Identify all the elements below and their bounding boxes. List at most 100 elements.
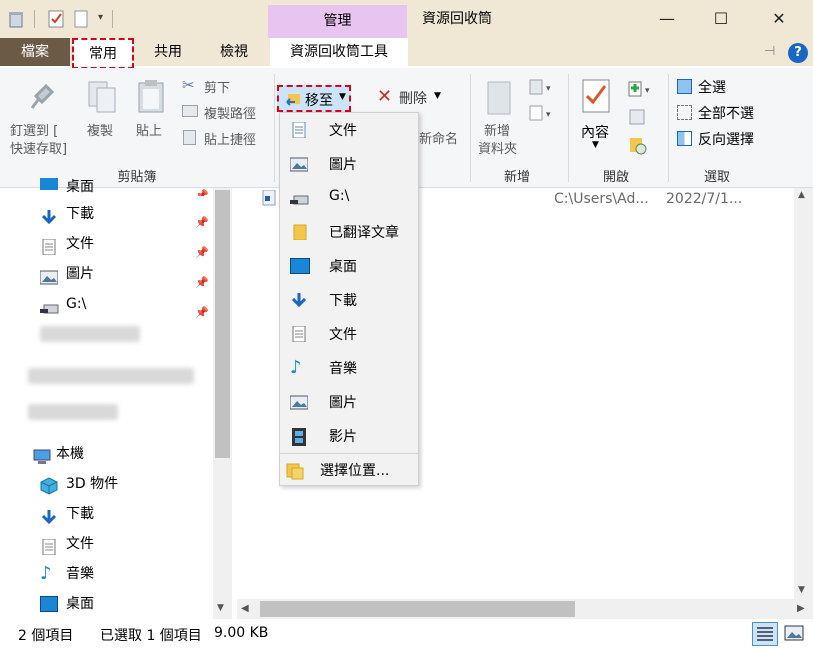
cut-button[interactable]: ✂ 剪下	[180, 76, 260, 96]
delete-dropdown-icon: ▼	[434, 91, 441, 101]
copy-icon	[87, 80, 117, 118]
move-to-icon	[286, 91, 300, 106]
edit-icon[interactable]	[628, 108, 646, 130]
new-item-icon[interactable]: ▾	[528, 78, 558, 102]
move-to-button[interactable]: 移至 ▼	[277, 85, 351, 112]
pin-ribbon-icon[interactable]: ⊣	[764, 44, 775, 59]
maximize-button[interactable]: ☐	[698, 0, 744, 38]
select-none-button[interactable]: 全部不選	[676, 103, 766, 123]
copy-button[interactable]: 複製	[82, 74, 122, 160]
nav-scrollbar-thumb[interactable]	[215, 190, 230, 458]
nav-item-music[interactable]: ♪ 音樂	[0, 559, 210, 589]
nav-item-3d-objects[interactable]: 3D 物件	[0, 469, 210, 499]
large-icons-view-button[interactable]	[782, 622, 808, 646]
content-scroll-down-icon[interactable]: ▼	[798, 585, 805, 595]
download-arrow-icon	[40, 506, 58, 525]
tab-file[interactable]: 檔案	[0, 38, 70, 66]
content-horizontal-scrollbar-thumb[interactable]	[260, 601, 575, 617]
nav-item-desktop[interactable]: 桌面 📌	[0, 178, 210, 196]
select-all-label: 全選	[698, 80, 726, 96]
blurred-folder-item[interactable]	[40, 326, 140, 342]
properties-qat-icon[interactable]	[48, 10, 64, 28]
move-to-videos[interactable]: 影片	[280, 419, 418, 453]
tab-share[interactable]: 共用	[138, 38, 198, 66]
blurred-account-item[interactable]	[28, 404, 118, 420]
group-label-open: 開啟	[602, 170, 629, 185]
move-to-translated-articles[interactable]: 已翻译文章	[280, 215, 418, 249]
copy-path-button[interactable]: 複製路徑	[180, 102, 270, 122]
move-to-pictures[interactable]: 圖片	[280, 147, 418, 181]
tab-view[interactable]: 檢視	[204, 38, 264, 66]
nav-item-documents[interactable]: 文件 📌	[0, 229, 210, 259]
content-vertical-scrollbar[interactable]	[794, 188, 813, 599]
move-to-pictures-2[interactable]: 圖片	[280, 385, 418, 419]
nav-item-downloads[interactable]: 下載 📌	[0, 199, 210, 229]
nav-item-pictures[interactable]: 圖片 📌	[0, 259, 210, 289]
qat-dropdown-icon[interactable]: ▾	[98, 12, 103, 23]
nav-item-downloads-2[interactable]: 下載	[0, 499, 210, 529]
picture-icon	[39, 266, 59, 285]
picture-icon	[289, 394, 309, 410]
scroll-left-icon[interactable]: ◀	[241, 603, 249, 614]
properties-dropdown-icon: ▼	[592, 140, 599, 150]
move-to-desktop[interactable]: 桌面	[280, 249, 418, 283]
invert-selection-label: 反向選擇	[698, 132, 754, 148]
paste-shortcut-button[interactable]: 貼上捷徑	[180, 128, 270, 148]
nav-item-desktop-2[interactable]: 桌面	[0, 589, 210, 619]
blurred-onedrive-item[interactable]	[28, 368, 194, 384]
content-scroll-up-icon[interactable]: ▲	[798, 190, 805, 200]
move-to-drive-g[interactable]: G:\	[280, 181, 418, 215]
nav-scroll-down-icon[interactable]: ▼	[217, 603, 224, 613]
delete-button[interactable]: ✕ 刪除 ▼	[376, 86, 448, 110]
manage-context-tab[interactable]: 管理	[268, 5, 407, 38]
new-folder-qat-icon[interactable]	[74, 10, 88, 28]
paste-label: 貼上	[136, 124, 163, 139]
open-icon[interactable]: ▾	[627, 80, 657, 102]
copy-label: 複製	[87, 124, 114, 139]
move-to-downloads[interactable]: 下載	[280, 283, 418, 317]
status-size: 9.00 KB	[214, 625, 269, 641]
nav-item-documents-2[interactable]: 文件	[0, 529, 210, 559]
history-icon[interactable]	[628, 136, 648, 160]
delete-x-icon: ✕	[377, 86, 393, 107]
scroll-right-icon[interactable]: ▶	[797, 603, 805, 614]
pin-label-2: 快速存取]	[10, 142, 68, 157]
new-folder-button[interactable]: 新增 資料夾	[474, 74, 526, 160]
select-none-icon	[677, 105, 692, 120]
tab-home[interactable]: 常用	[72, 38, 134, 69]
rename-button[interactable]: 新命名	[419, 128, 458, 147]
properties-label: 內容	[581, 125, 609, 141]
invert-selection-button[interactable]: 反向選擇	[676, 129, 766, 149]
new-folder-icon	[484, 78, 514, 122]
large-icons-view-icon	[784, 625, 804, 641]
move-to-documents-2[interactable]: 文件	[280, 317, 418, 351]
recycle-bin-icon[interactable]	[8, 10, 24, 28]
pin-to-quick-access-button[interactable]: 釘選到 [ 快速存取]	[4, 74, 78, 160]
move-to-dropdown-menu: 文件 圖片 G:\ 已翻译文章 桌面 下載 文件 ♪ 音樂 圖片 影片 選擇位置…	[279, 112, 419, 486]
close-button[interactable]: ✕	[756, 0, 802, 38]
desktop-icon	[40, 596, 58, 612]
tab-recycle-bin-tools[interactable]: 資源回收筒工具	[270, 38, 408, 66]
move-to-choose-location[interactable]: 選擇位置...	[280, 453, 418, 487]
help-icon[interactable]: ?	[788, 43, 808, 63]
file-date-deleted[interactable]: 2022/7/1...	[666, 191, 742, 207]
nav-item-this-pc[interactable]: 本機	[0, 439, 210, 469]
cube-3d-icon	[40, 476, 58, 495]
easy-access-icon[interactable]: ▾	[528, 104, 558, 128]
drive-icon	[40, 296, 59, 314]
paste-button[interactable]: 貼上	[130, 74, 172, 160]
download-arrow-icon	[40, 206, 58, 225]
nav-item-drive-g[interactable]: G:\ 📌	[0, 289, 210, 319]
move-to-documents[interactable]: 文件	[280, 113, 418, 147]
file-original-location[interactable]: C:\Users\Ad...	[554, 191, 649, 207]
details-view-button[interactable]	[752, 622, 778, 646]
move-to-music[interactable]: ♪ 音樂	[280, 351, 418, 385]
minimize-button[interactable]: —	[644, 0, 690, 38]
document-icon	[40, 536, 58, 556]
select-all-button[interactable]: 全選	[676, 77, 766, 97]
group-label-select: 選取	[703, 170, 730, 185]
new-folder-label-1: 新增	[484, 124, 511, 139]
file-icon[interactable]	[262, 189, 276, 206]
properties-button[interactable]: 內容 ▼	[574, 74, 620, 160]
picture-icon	[289, 156, 309, 172]
